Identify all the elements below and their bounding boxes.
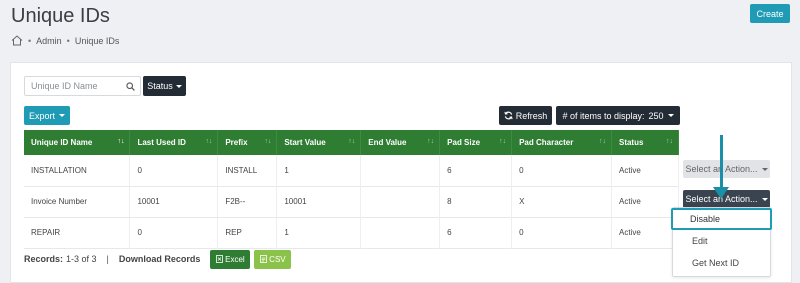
column-header-last-used-id[interactable]: Last Used ID ↑↓: [129, 130, 219, 155]
search-input[interactable]: [31, 81, 127, 91]
sort-icon: ↑↓: [427, 138, 435, 145]
menu-item-edit[interactable]: Edit: [673, 230, 770, 252]
table-row: Invoice Number 10001 F2B-- 10001 8 X Act…: [24, 186, 680, 217]
status-filter-label: Status: [147, 81, 173, 91]
sort-icon: ↑↓: [348, 138, 356, 145]
refresh-icon: [504, 111, 513, 120]
sort-asc-icon: ↑↓: [117, 138, 125, 145]
cell-prefix: F2B--: [217, 186, 278, 217]
csv-download-button[interactable]: CSV: [254, 249, 292, 269]
search-icon: [126, 82, 135, 91]
menu-item-disable[interactable]: Disable: [671, 208, 772, 230]
create-button[interactable]: Create: [750, 4, 790, 23]
table-row: REPAIR 0 REP 1 6 0 Active: [24, 217, 680, 248]
sort-icon: ↑↓: [205, 138, 213, 145]
cell-unique-id-name: INSTALLATION: [24, 155, 131, 186]
caret-down-icon: [667, 114, 674, 117]
cell-start-value: 1: [276, 155, 362, 186]
cell-pad-character: 0: [511, 217, 612, 248]
items-per-page-label: # of items to display:: [562, 110, 645, 121]
breadcrumb-separator: •: [66, 35, 70, 46]
column-header-prefix[interactable]: Prefix ↑↓: [217, 130, 278, 155]
table-header-row: Unique ID Name ↑↓ Last Used ID ↑↓ Prefix ↑↓…: [24, 130, 680, 155]
caret-down-icon: [761, 197, 768, 201]
column-header-pad-character[interactable]: Pad Character ↑↓: [511, 130, 612, 155]
export-button[interactable]: Export: [24, 106, 70, 125]
cell-status: Active: [611, 217, 680, 248]
cell-last-used-id: 10001: [129, 186, 219, 217]
annotation-arrow-shaft: [720, 135, 723, 189]
cell-pad-character: X: [511, 186, 612, 217]
records-value: 1-3 of 3: [66, 254, 97, 264]
excel-label: Excel: [225, 254, 245, 264]
column-header-start-value[interactable]: Start Value ↑↓: [276, 130, 362, 155]
breadcrumb-item-admin[interactable]: Admin: [36, 36, 62, 46]
cell-prefix: REP: [217, 217, 278, 248]
status-filter-button[interactable]: Status: [143, 76, 186, 96]
cell-end-value: [360, 186, 441, 217]
column-header-end-value[interactable]: End Value ↑↓: [360, 130, 441, 155]
download-records-label: Download Records: [118, 254, 201, 264]
caret-down-icon: [175, 84, 182, 88]
search-box: [24, 76, 141, 96]
menu-item-get-next-id[interactable]: Get Next ID: [673, 252, 770, 274]
export-label: Export: [28, 110, 55, 121]
csv-label: CSV: [269, 254, 286, 264]
cell-unique-id-name: REPAIR: [24, 217, 131, 248]
sort-icon: ↑↓: [499, 138, 507, 145]
cell-start-value: 10001: [276, 186, 362, 217]
annotation-arrow-head-icon: [713, 187, 729, 199]
csv-file-icon: [260, 255, 268, 263]
cell-start-value: 1: [276, 217, 362, 248]
excel-file-icon: [216, 255, 224, 263]
refresh-label: Refresh: [515, 110, 548, 121]
cell-status: Active: [611, 186, 680, 217]
cell-end-value: [360, 155, 441, 186]
sort-icon: ↑↓: [264, 138, 272, 145]
records-label: Records:: [24, 254, 64, 264]
column-header-pad-size[interactable]: Pad Size ↑↓: [439, 130, 513, 155]
content-card: Status Export Refresh # of items to disp…: [10, 62, 792, 283]
cell-pad-size: 8: [439, 186, 513, 217]
table-footer: Records: 1-3 of 3 | Download Records Exc…: [24, 249, 292, 269]
column-header-status[interactable]: Status ↑↓: [611, 130, 680, 155]
items-per-page-value: 250: [648, 110, 664, 121]
table-row: INSTALLATION 0 INSTALL 1 6 0 Active: [24, 155, 680, 186]
caret-down-icon: [59, 114, 65, 117]
cell-end-value: [360, 217, 441, 248]
cell-pad-size: 6: [439, 217, 513, 248]
breadcrumb: • Admin • Unique IDs: [11, 35, 119, 46]
column-header-unique-id-name[interactable]: Unique ID Name ↑↓: [24, 130, 131, 155]
cell-last-used-id: 0: [129, 217, 219, 248]
cell-unique-id-name: Invoice Number: [24, 186, 131, 217]
sort-icon: ↑↓: [598, 138, 606, 145]
cell-pad-size: 6: [439, 155, 513, 186]
page-title: Unique IDs: [11, 5, 110, 27]
sort-icon: ↑↓: [666, 138, 673, 145]
row-action-select-installation[interactable]: Select an Action...: [683, 160, 770, 178]
excel-download-button[interactable]: Excel: [210, 249, 251, 269]
breadcrumb-item-unique-ids: Unique IDs: [74, 35, 120, 46]
action-dropdown-menu: Disable Edit Get Next ID: [671, 207, 772, 277]
breadcrumb-separator: •: [28, 35, 32, 46]
footer-separator: |: [106, 254, 109, 264]
unique-ids-table: Unique ID Name ↑↓ Last Used ID ↑↓ Prefix ↑↓…: [24, 130, 680, 249]
refresh-button[interactable]: Refresh: [499, 106, 552, 125]
cell-pad-character: 0: [511, 155, 612, 186]
home-icon[interactable]: [11, 35, 23, 46]
cell-last-used-id: 0: [129, 155, 219, 186]
caret-down-icon: [761, 167, 768, 171]
cell-prefix: INSTALL: [217, 155, 278, 186]
items-per-page-button[interactable]: # of items to display: 250: [556, 106, 680, 125]
cell-status: Active: [611, 155, 680, 186]
